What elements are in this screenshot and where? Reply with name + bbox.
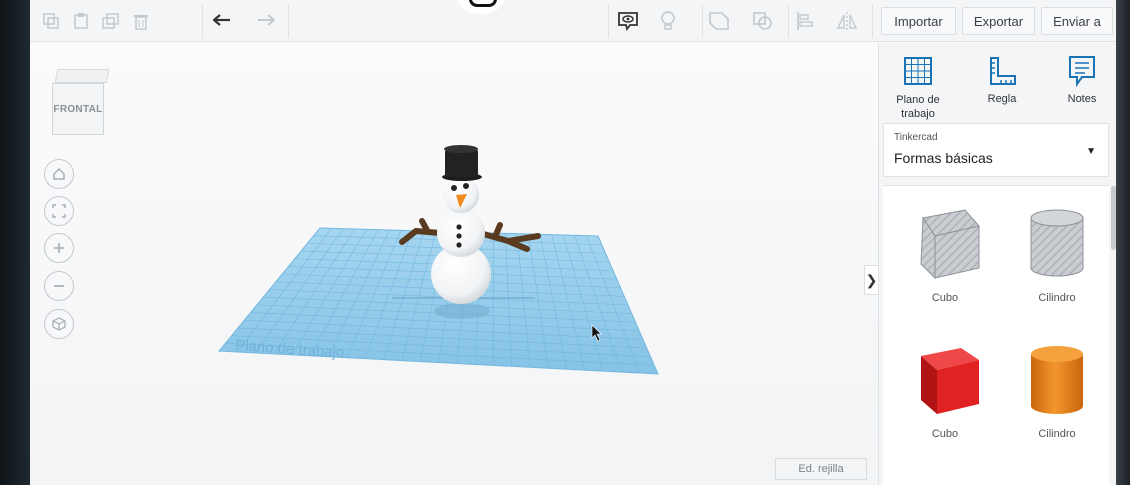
workplane-tool-label: Plano de trabajo — [896, 94, 940, 120]
snowman-shadow — [434, 303, 490, 319]
edit-grid-button[interactable]: Ed. rejilla — [775, 458, 867, 480]
undo-icon[interactable] — [208, 0, 238, 42]
shape-cube-hole[interactable]: Cubo — [895, 200, 995, 320]
hole-cylinder-icon — [1030, 209, 1084, 277]
lightbulb-icon[interactable] — [653, 0, 683, 42]
shape-label: Cilindro — [1038, 292, 1076, 304]
workplane-tool[interactable]: Plano de trabajo — [883, 53, 953, 121]
library-source-label: Tinkercad — [894, 132, 938, 143]
shape-tools — [613, 0, 683, 42]
cube-icon — [921, 348, 979, 414]
arrange-tools — [790, 0, 862, 42]
history-tools — [208, 0, 280, 42]
toolbar: Importar Exportar Enviar a — [30, 0, 1116, 42]
shape-cylinder[interactable]: Cilindro — [1007, 338, 1107, 458]
hole-cube-icon — [920, 209, 980, 280]
show-hide-icon[interactable] — [613, 0, 643, 42]
collapse-panel-button[interactable]: ❯ — [864, 265, 878, 295]
toolbar-divider — [702, 4, 703, 38]
eye — [451, 185, 457, 191]
align-icon[interactable] — [790, 0, 820, 42]
tinkercad-logo — [455, 0, 507, 14]
shapes-grid: Cubo Cilindro Cubo Cilindro — [883, 185, 1109, 485]
edit-tools — [36, 0, 156, 42]
notes-tool-label: Notes — [1067, 93, 1097, 105]
button — [456, 233, 462, 239]
shape-cylinder-hole[interactable]: Cilindro — [1007, 200, 1107, 320]
ungroup-icon[interactable] — [748, 0, 778, 42]
screen-right-border — [1116, 0, 1130, 485]
shape-cube[interactable]: Cubo — [895, 338, 995, 458]
toolbar-divider — [872, 4, 873, 38]
toolbar-divider — [608, 4, 609, 38]
shape-label: Cilindro — [1038, 428, 1076, 440]
hat-crown — [444, 145, 478, 153]
cylinder-icon — [1031, 346, 1083, 414]
export-button[interactable]: Exportar — [962, 7, 1035, 35]
button — [456, 224, 462, 230]
notes-tool[interactable]: Notes — [1047, 53, 1116, 105]
snowman-middle — [437, 209, 485, 257]
shape-library-select[interactable]: Tinkercad Formas básicas ▼ — [883, 123, 1109, 177]
eye — [463, 183, 469, 189]
workplane[interactable]: Plano de trabajo — [217, 227, 659, 375]
duplicate-icon[interactable] — [96, 0, 126, 42]
toolbar-divider — [202, 4, 203, 38]
tinkercad-editor: Importar Exportar Enviar a FRONTAL Plano… — [30, 0, 1116, 485]
right-panel: Plano de trabajo Regla Notes Tinkercad F… — [878, 43, 1116, 485]
ruler-tool-label: Regla — [987, 93, 1017, 105]
paste-icon[interactable] — [66, 0, 96, 42]
copy-icon[interactable] — [36, 0, 66, 42]
trash-icon[interactable] — [126, 0, 156, 42]
shape-label: Cubo — [931, 428, 959, 440]
toolbar-divider — [288, 4, 289, 38]
redo-icon[interactable] — [250, 0, 280, 42]
ruler-icon — [982, 53, 1022, 89]
scene-canvas[interactable]: Plano de trabajo — [30, 43, 878, 485]
caret-down-icon: ▼ — [1086, 146, 1096, 157]
shapes-scrollbar[interactable] — [1111, 186, 1116, 250]
group-icon[interactable] — [704, 0, 734, 42]
mirror-icon[interactable] — [832, 0, 862, 42]
ruler-tool[interactable]: Regla — [967, 53, 1037, 105]
import-button[interactable]: Importar — [881, 7, 956, 35]
3d-viewport[interactable]: FRONTAL Plano de trabajo ❯ Ed. rejilla — [30, 43, 878, 485]
send-to-button[interactable]: Enviar a — [1041, 7, 1113, 35]
button — [456, 242, 462, 248]
group-tools — [704, 0, 778, 42]
shape-label: Cubo — [931, 292, 959, 304]
library-selected-value: Formas básicas — [894, 150, 993, 166]
workplane-icon — [898, 53, 938, 89]
notes-icon — [1062, 53, 1102, 89]
toolbar-divider — [788, 4, 789, 38]
screen-left-border — [0, 0, 30, 485]
hat-top — [445, 149, 478, 177]
